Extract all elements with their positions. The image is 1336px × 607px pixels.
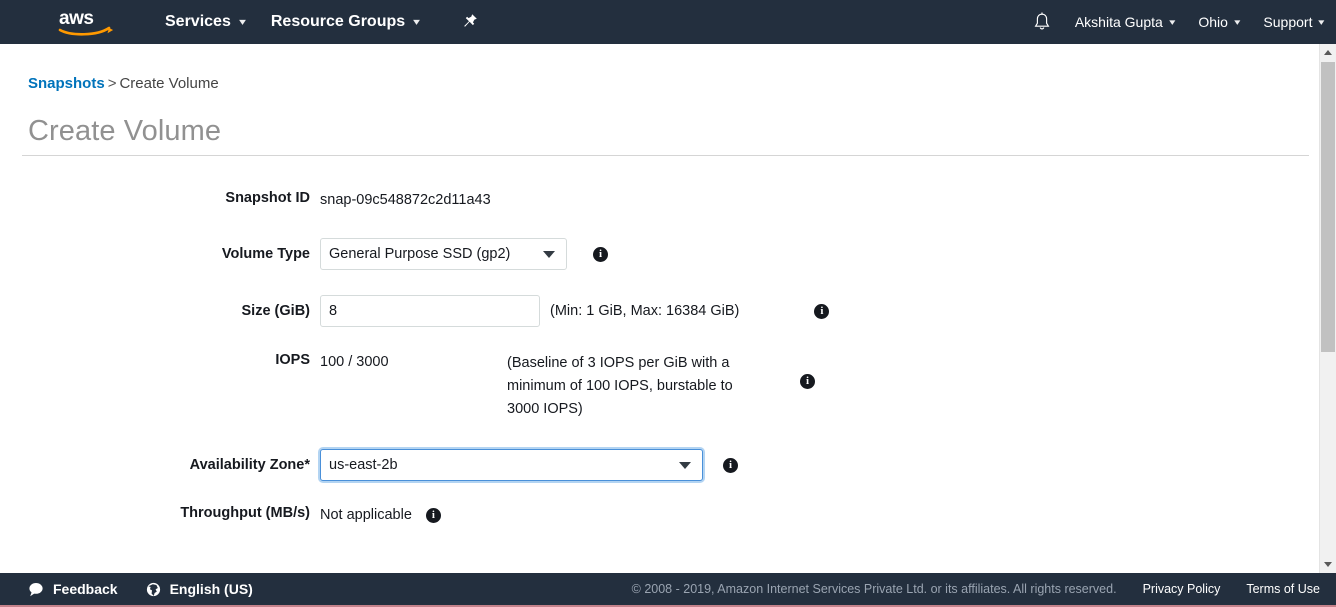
iops-value: 100 / 3000	[320, 354, 389, 370]
nav-region-label: Ohio	[1198, 14, 1228, 30]
scroll-up-button[interactable]	[1320, 44, 1336, 61]
nav-support-menu[interactable]: Support ▾	[1251, 0, 1336, 44]
pushpin-svg	[464, 14, 477, 27]
nav-services-menu[interactable]: Services ▾	[152, 0, 258, 44]
form-row-volume-type: Volume Type General Purpose SSD (gp2) i	[0, 238, 1319, 270]
top-navigation-bar: aws Services ▾ Resource Groups ▾ Akshita…	[0, 0, 1336, 44]
globe-svg	[146, 582, 160, 596]
size-input[interactable]	[320, 295, 540, 327]
availability-zone-info-icon[interactable]: i	[723, 457, 738, 473]
chevron-down-icon: ▾	[238, 16, 246, 28]
volume-type-select[interactable]: General Purpose SSD (gp2)	[320, 238, 567, 270]
volume-type-select-wrapper: General Purpose SSD (gp2)	[320, 238, 567, 270]
size-label: Size (GiB)	[241, 303, 310, 319]
language-label: English (US)	[169, 581, 253, 597]
nav-resource-groups-label: Resource Groups	[270, 13, 406, 30]
nav-support-label: Support	[1263, 14, 1313, 30]
availability-zone-select-wrapper: us-east-2b	[320, 449, 703, 481]
throughput-value: Not applicable	[320, 507, 412, 523]
form-row-snapshot-id: Snapshot ID snap-09c548872c2d11a43	[0, 190, 1319, 210]
speech-bubble-svg	[29, 582, 43, 596]
aws-logo-svg: aws	[58, 8, 114, 36]
volume-type-label: Volume Type	[221, 246, 310, 262]
size-hint: (Min: 1 GiB, Max: 16384 GiB)	[550, 302, 740, 319]
iops-info-icon[interactable]: i	[800, 374, 815, 389]
breadcrumb: Snapshots > Create Volume	[28, 75, 219, 92]
nav-region-menu[interactable]: Ohio ▾	[1186, 0, 1251, 44]
create-volume-form: Snapshot ID snap-09c548872c2d11a43 Volum…	[0, 190, 1319, 525]
vertical-scrollbar[interactable]	[1319, 44, 1336, 573]
breadcrumb-link-snapshots[interactable]: Snapshots	[28, 75, 105, 92]
speech-bubble-icon	[28, 582, 44, 597]
terms-of-use-link[interactable]: Terms of Use	[1246, 582, 1320, 596]
scrollbar-thumb[interactable]	[1321, 62, 1335, 352]
size-info-icon[interactable]: i	[814, 303, 830, 319]
breadcrumb-separator: >	[107, 75, 117, 92]
nav-services-label: Services	[165, 13, 231, 30]
privacy-policy-link[interactable]: Privacy Policy	[1143, 582, 1221, 596]
main-content: Snapshots > Create Volume Create Volume Sn…	[0, 44, 1319, 573]
copyright-text: © 2008 - 2019, Amazon Internet Services …	[631, 582, 1117, 596]
svg-text:aws: aws	[59, 8, 93, 29]
throughput-label: Throughput (MB/s)	[180, 505, 310, 521]
form-row-size: Size (GiB) (Min: 1 GiB, Max: 16384 GiB) …	[0, 295, 1319, 327]
chevron-down-icon: ▾	[1234, 16, 1241, 27]
volume-type-info-icon[interactable]: i	[593, 246, 608, 262]
feedback-button[interactable]: Feedback	[28, 581, 118, 597]
footer-bar: Feedback English (US) © 2008 - 2019, Ama…	[0, 573, 1336, 607]
language-selector[interactable]: English (US)	[146, 581, 253, 597]
chevron-down-icon	[1324, 562, 1332, 567]
nav-account-label: Akshita Gupta	[1074, 14, 1163, 30]
nav-resource-groups-menu[interactable]: Resource Groups ▾	[258, 0, 432, 44]
chevron-down-icon: ▾	[413, 16, 421, 28]
pushpin-icon[interactable]	[450, 0, 490, 44]
iops-hint: (Baseline of 3 IOPS per GiB with a minim…	[507, 355, 733, 417]
form-row-throughput: Throughput (MB/s) Not applicable i	[0, 505, 1319, 525]
form-row-availability-zone: Availability Zone* us-east-2b i	[0, 449, 1319, 481]
bell-svg	[1034, 12, 1050, 30]
form-row-iops: IOPS 100 / 3000 (Baseline of 3 IOPS per …	[0, 352, 1319, 421]
footer-right-group: © 2008 - 2019, Amazon Internet Services …	[632, 582, 1320, 596]
globe-icon	[146, 582, 161, 597]
availability-zone-select[interactable]: us-east-2b	[320, 449, 703, 481]
availability-zone-label: Availability Zone*	[189, 457, 310, 473]
snapshot-id-value: snap-09c548872c2d11a43	[320, 192, 491, 208]
feedback-label: Feedback	[53, 581, 118, 597]
iops-label: IOPS	[275, 352, 310, 368]
footer-left-group: Feedback English (US)	[28, 581, 281, 597]
chevron-up-icon	[1324, 50, 1332, 55]
aws-logo-icon[interactable]: aws	[55, 7, 117, 37]
aws-console-page: aws Services ▾ Resource Groups ▾ Akshita…	[0, 0, 1336, 607]
chevron-down-icon: ▾	[1318, 16, 1325, 27]
nav-right-group: Akshita Gupta ▾ Ohio ▾ Support ▾	[1021, 0, 1336, 44]
chevron-down-icon: ▾	[1168, 16, 1176, 27]
scroll-down-button[interactable]	[1320, 556, 1336, 573]
throughput-info-icon[interactable]: i	[425, 507, 441, 523]
breadcrumb-current: Create Volume	[119, 75, 219, 92]
nav-account-menu[interactable]: Akshita Gupta ▾	[1063, 0, 1186, 44]
notifications-bell-icon[interactable]	[1021, 0, 1063, 44]
page-title: Create Volume	[28, 115, 222, 147]
title-divider	[22, 155, 1309, 156]
snapshot-id-label: Snapshot ID	[225, 190, 310, 206]
